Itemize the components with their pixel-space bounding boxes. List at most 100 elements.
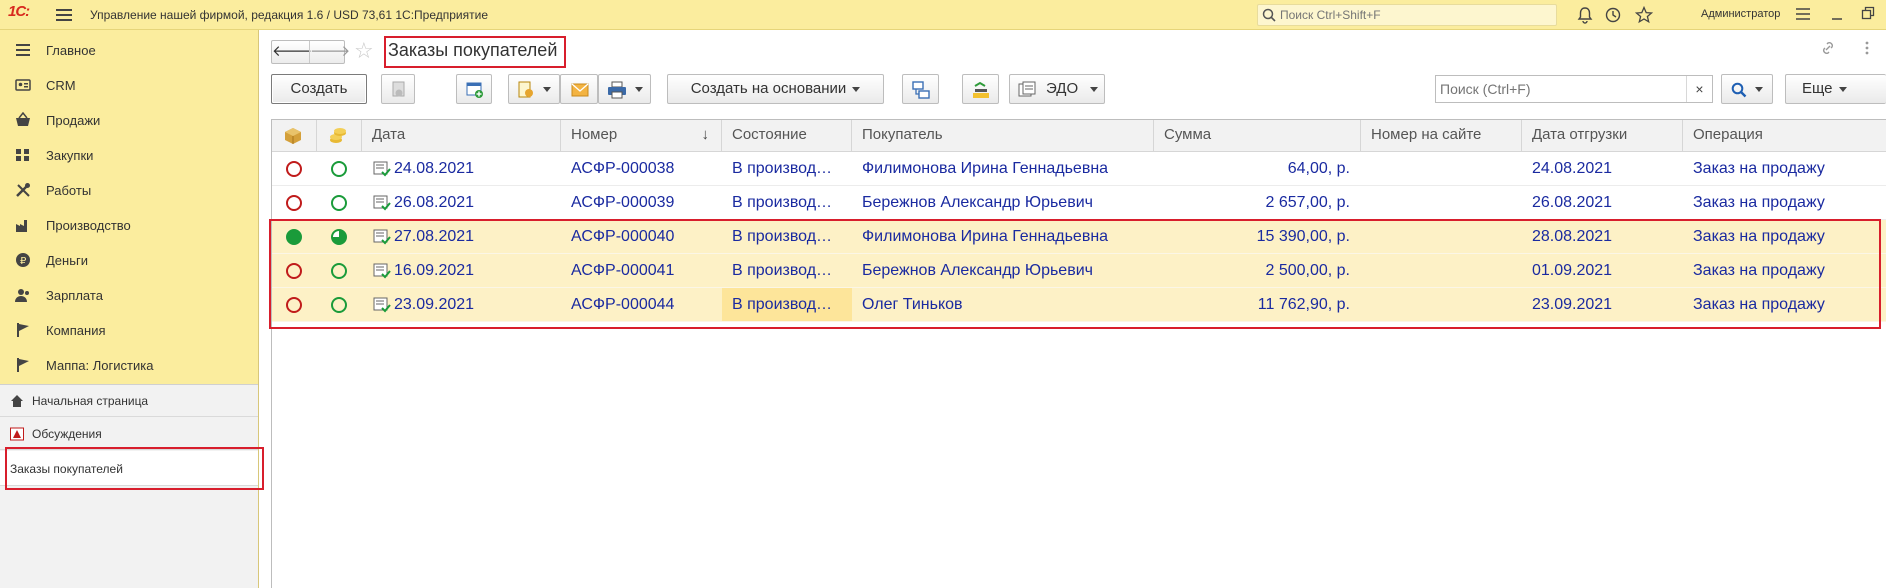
menu-list-icon xyxy=(16,44,30,56)
cell-site-number[interactable] xyxy=(1361,186,1522,219)
app-title: Управление нашей фирмой, редакция 1.6 / … xyxy=(90,8,488,22)
settings-menu-icon[interactable] xyxy=(1795,6,1811,22)
sidebar-item-purchases[interactable]: Закупки xyxy=(0,137,258,172)
column-header-site-number[interactable]: Номер на сайте xyxy=(1361,120,1522,151)
flag-icon xyxy=(17,358,29,372)
column-header-number[interactable]: Номер ↓ xyxy=(561,120,722,151)
payment-status-icon xyxy=(331,195,347,211)
cell-operation[interactable]: Заказ на продажу xyxy=(1683,152,1886,185)
cell-number[interactable]: АСФР-000039 xyxy=(561,186,722,219)
column-header-state[interactable]: Состояние xyxy=(722,120,852,151)
open-window-home[interactable]: Начальная страница xyxy=(0,385,258,417)
sidebar-item-production[interactable]: Производство xyxy=(0,207,258,242)
sidebar-item-money[interactable]: ₽ Деньги xyxy=(0,242,258,277)
sidebar-item-main[interactable]: Главное xyxy=(0,32,258,67)
attachments-menu-button[interactable] xyxy=(508,74,560,104)
title-annotation-box xyxy=(384,36,566,68)
package-box-icon xyxy=(285,128,301,144)
cell-sum[interactable]: 64,00, р. xyxy=(1154,152,1361,185)
send-email-button[interactable] xyxy=(560,74,598,104)
cell-sum[interactable]: 2 657,00, р. xyxy=(1154,186,1361,219)
sidebar-item-logistics[interactable]: Маппа: Логистика xyxy=(0,347,258,382)
list-search-input[interactable] xyxy=(1440,80,1680,98)
email-envelope-icon xyxy=(571,83,589,97)
create-based-on-button[interactable]: Создать на основании xyxy=(667,74,884,104)
global-search[interactable] xyxy=(1257,4,1557,26)
open-window-discussions[interactable]: Обсуждения xyxy=(0,418,258,450)
column-header-customer[interactable]: Покупатель xyxy=(852,120,1154,151)
search-options-button[interactable] xyxy=(1721,74,1773,104)
scale-discount-icon xyxy=(973,81,989,98)
cell-customer[interactable]: Бережнов Александр Юрьевич xyxy=(852,186,1154,219)
coins-icon xyxy=(330,128,346,143)
table-row[interactable]: 24.08.2021 АСФР-000038 В производ… Филимоно… xyxy=(272,152,1886,186)
column-header-payment-status[interactable] xyxy=(317,120,362,151)
cell-customer[interactable]: Филимонова Ирина Геннадьевна xyxy=(852,152,1154,185)
clear-search-button[interactable]: × xyxy=(1686,76,1712,102)
cell-date[interactable]: 26.08.2021 xyxy=(362,186,561,219)
add-to-favorites-star-icon[interactable]: ☆ xyxy=(354,39,374,63)
discount-button[interactable] xyxy=(962,74,999,104)
sidebar-item-works[interactable]: Работы xyxy=(0,172,258,207)
top-bar: 1С: Управление нашей фирмой, редакция 1.… xyxy=(0,0,1886,30)
sidebar-item-company[interactable]: Компания xyxy=(0,312,258,347)
column-header-ship-date[interactable]: Дата отгрузки xyxy=(1522,120,1683,151)
cell-site-number[interactable] xyxy=(1361,152,1522,185)
create-button[interactable]: Создать xyxy=(271,74,367,104)
tools-icon xyxy=(16,183,30,197)
column-header-date[interactable]: Дата xyxy=(362,120,561,151)
back-button[interactable]: 🡐 xyxy=(272,41,312,63)
column-header-operation[interactable]: Операция xyxy=(1683,120,1886,151)
forward-button[interactable]: 🡒 xyxy=(309,41,350,63)
structure-button[interactable] xyxy=(902,74,939,104)
cell-ship-date[interactable]: 24.08.2021 xyxy=(1522,152,1683,185)
purchases-icon xyxy=(16,149,29,161)
list-search-field[interactable]: × xyxy=(1435,75,1713,103)
column-header-shipment-status[interactable] xyxy=(272,120,317,151)
open-window-label: Обсуждения xyxy=(32,427,102,441)
sidebar-item-label: Компания xyxy=(46,323,106,338)
cell-number[interactable]: АСФР-000038 xyxy=(561,152,722,185)
not-shipped-status-icon xyxy=(286,161,302,177)
1c-logo[interactable]: 1С: xyxy=(8,3,30,20)
cell-operation[interactable]: Заказ на продажу xyxy=(1683,186,1886,219)
more-vertical-icon[interactable] xyxy=(1864,40,1870,56)
table-add-icon xyxy=(466,82,483,98)
bell-icon[interactable] xyxy=(1577,6,1593,24)
document-structure-icon xyxy=(912,81,930,99)
user-icon[interactable] xyxy=(1666,6,1696,24)
chevron-down-icon xyxy=(543,87,551,92)
global-search-input[interactable] xyxy=(1280,7,1550,23)
restore-window-icon[interactable] xyxy=(1861,6,1875,22)
sidebar-item-label: Маппа: Логистика xyxy=(46,358,154,373)
history-icon[interactable] xyxy=(1604,6,1622,24)
sidebar: Главное CRM Продажи Закупки Работы Произ… xyxy=(0,30,259,588)
more-button[interactable]: Еще xyxy=(1785,74,1886,104)
more-label: Еще xyxy=(1802,80,1833,97)
user-name[interactable]: Администратор xyxy=(1701,8,1780,20)
minimize-icon[interactable] xyxy=(1830,6,1844,22)
sidebar-item-crm[interactable]: CRM xyxy=(0,67,258,102)
copy-document-button[interactable] xyxy=(381,74,415,104)
sidebar-item-sales[interactable]: Продажи xyxy=(0,102,258,137)
report-settings-button[interactable] xyxy=(456,74,492,104)
main-menu-icon[interactable] xyxy=(56,9,72,21)
column-header-sum[interactable]: Сумма xyxy=(1154,120,1361,151)
cell-state[interactable]: В производ… xyxy=(722,152,852,185)
sidebar-item-salary[interactable]: Зарплата xyxy=(0,277,258,312)
open-window-label: Начальная страница xyxy=(32,394,149,408)
edo-menu-button[interactable]: ЭДО xyxy=(1009,74,1105,104)
favorites-star-icon[interactable] xyxy=(1635,6,1653,24)
sidebar-item-label: Деньги xyxy=(46,253,88,268)
money-coin-icon: ₽ xyxy=(16,253,30,267)
not-shipped-status-icon xyxy=(286,195,302,211)
link-icon[interactable] xyxy=(1820,40,1836,56)
cell-state[interactable]: В производ… xyxy=(722,186,852,219)
cell-ship-date[interactable]: 26.08.2021 xyxy=(1522,186,1683,219)
print-menu-button[interactable] xyxy=(598,74,651,104)
sidebar-item-label: Главное xyxy=(46,43,96,58)
cell-date[interactable]: 24.08.2021 xyxy=(362,152,561,185)
create-based-on-label: Создать на основании xyxy=(690,80,847,97)
table-row[interactable]: 26.08.2021 АСФР-000039 В производ… Бережнов… xyxy=(272,186,1886,220)
discussions-icon xyxy=(10,427,24,441)
